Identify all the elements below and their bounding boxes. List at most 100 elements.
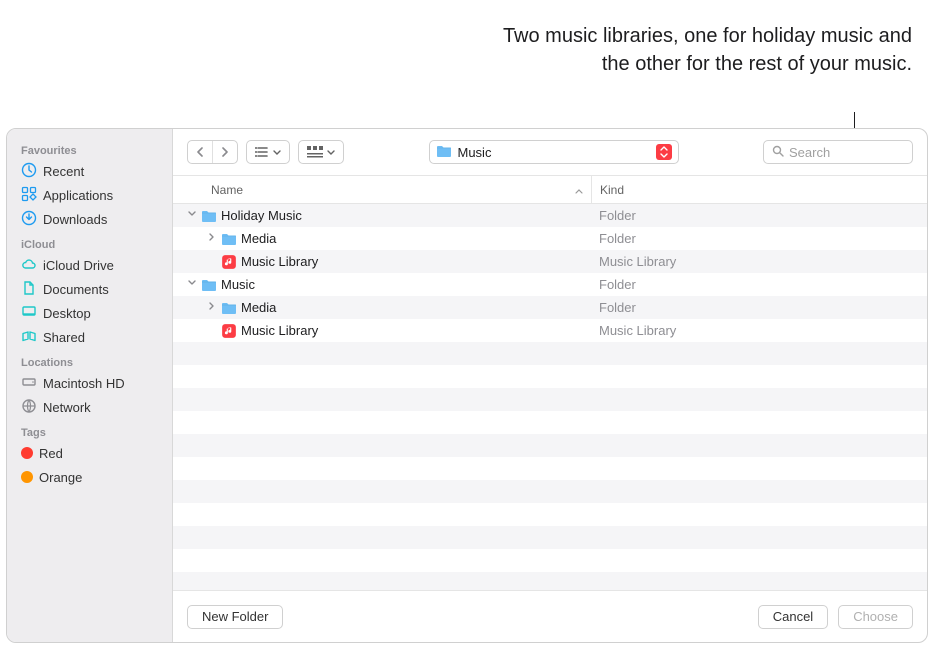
file-name: Media (241, 300, 276, 315)
file-row (173, 365, 927, 388)
file-row (173, 388, 927, 411)
nav-back-button[interactable] (188, 141, 212, 163)
sidebar-group-favourites: Favourites (7, 137, 172, 159)
file-row (173, 434, 927, 457)
download-icon (21, 210, 37, 229)
sidebar-item-downloads[interactable]: Downloads (7, 207, 172, 231)
column-header-kind[interactable]: Kind (591, 176, 927, 203)
music-library-icon (221, 323, 237, 339)
disclosure-triangle-icon[interactable] (207, 233, 217, 244)
path-updown-icon (656, 144, 672, 160)
file-row (173, 549, 927, 572)
file-row[interactable]: Music Library Music Library (173, 250, 927, 273)
search-input[interactable]: Search (763, 140, 913, 164)
folder-icon (221, 300, 237, 316)
file-row (173, 503, 927, 526)
view-group-button[interactable] (298, 140, 344, 164)
search-placeholder: Search (789, 145, 830, 160)
sidebar-item-network[interactable]: Network (7, 395, 172, 419)
search-icon (772, 145, 784, 160)
sidebar-item-shared[interactable]: Shared (7, 325, 172, 349)
disclosure-triangle-icon[interactable] (187, 279, 197, 290)
apps-icon (21, 186, 37, 205)
file-kind: Folder (591, 300, 927, 315)
dialog-footer: New Folder Cancel Choose (173, 590, 927, 642)
folder-icon (436, 144, 452, 161)
nav-forward-button[interactable] (213, 141, 237, 163)
sidebar: Favourites Recent Applications Downloads… (7, 129, 173, 642)
sidebar-item-icloud-drive[interactable]: iCloud Drive (7, 253, 172, 277)
hd-icon (21, 374, 37, 393)
sidebar-item-label: Red (39, 446, 63, 461)
tag-dot-icon (21, 447, 33, 459)
network-icon (21, 398, 37, 417)
file-kind: Folder (591, 231, 927, 246)
sidebar-item-label: Downloads (43, 212, 107, 227)
view-list-button[interactable] (246, 140, 290, 164)
doc-icon (21, 280, 37, 299)
sidebar-tag-red[interactable]: Red (7, 441, 172, 465)
file-row (173, 457, 927, 480)
file-name: Holiday Music (221, 208, 302, 223)
file-list: Holiday Music Folder Media Folder Music Libr… (173, 204, 927, 590)
clock-icon (21, 162, 37, 181)
music-library-icon (221, 254, 237, 270)
nav-back-forward (187, 140, 238, 164)
chevron-down-icon (273, 145, 281, 159)
sidebar-item-label: Macintosh HD (43, 376, 125, 391)
file-row (173, 526, 927, 549)
choose-button[interactable]: Choose (838, 605, 913, 629)
file-name: Music (221, 277, 255, 292)
sidebar-item-label: Documents (43, 282, 109, 297)
sidebar-item-recent[interactable]: Recent (7, 159, 172, 183)
file-name: Music Library (241, 254, 318, 269)
cloud-icon (21, 256, 37, 275)
cancel-button[interactable]: Cancel (758, 605, 828, 629)
toolbar: Music Search (173, 129, 927, 176)
chevron-down-icon (327, 145, 335, 159)
sidebar-item-label: Desktop (43, 306, 91, 321)
sidebar-tag-orange[interactable]: Orange (7, 465, 172, 489)
desktop-icon (21, 304, 37, 323)
folder-icon (221, 231, 237, 247)
sidebar-item-macintosh-hd[interactable]: Macintosh HD (7, 371, 172, 395)
file-row[interactable]: Media Folder (173, 296, 927, 319)
path-select[interactable]: Music (429, 140, 679, 164)
file-row (173, 411, 927, 434)
disclosure-triangle-icon[interactable] (207, 302, 217, 313)
file-kind: Music Library (591, 323, 927, 338)
sidebar-item-label: Applications (43, 188, 113, 203)
file-row[interactable]: Holiday Music Folder (173, 204, 927, 227)
sidebar-item-label: Shared (43, 330, 85, 345)
file-kind: Folder (591, 208, 927, 223)
file-kind: Folder (591, 277, 927, 292)
sidebar-group-locations: Locations (7, 349, 172, 371)
callout-text: Two music libraries, one for holiday mus… (482, 22, 912, 78)
file-row (173, 342, 927, 365)
sidebar-item-label: Orange (39, 470, 82, 485)
sidebar-item-applications[interactable]: Applications (7, 183, 172, 207)
column-headers: Name Kind (173, 176, 927, 204)
sidebar-item-label: Recent (43, 164, 84, 179)
sidebar-group-tags: Tags (7, 419, 172, 441)
main-panel: Music Search Name Kind Holiday Music Fold… (173, 129, 927, 642)
new-folder-button[interactable]: New Folder (187, 605, 283, 629)
shared-icon (21, 328, 37, 347)
sidebar-item-documents[interactable]: Documents (7, 277, 172, 301)
column-header-name[interactable]: Name (173, 183, 591, 197)
tag-dot-icon (21, 471, 33, 483)
folder-icon (201, 277, 217, 293)
finder-dialog: Favourites Recent Applications Downloads… (6, 128, 928, 643)
disclosure-triangle-icon[interactable] (187, 210, 197, 221)
file-row[interactable]: Music Library Music Library (173, 319, 927, 342)
file-row[interactable]: Music Folder (173, 273, 927, 296)
file-name: Music Library (241, 323, 318, 338)
folder-icon (201, 208, 217, 224)
file-name: Media (241, 231, 276, 246)
file-kind: Music Library (591, 254, 927, 269)
sidebar-group-icloud: iCloud (7, 231, 172, 253)
file-row[interactable]: Media Folder (173, 227, 927, 250)
sidebar-item-desktop[interactable]: Desktop (7, 301, 172, 325)
sort-ascending-icon (575, 183, 583, 197)
sidebar-item-label: iCloud Drive (43, 258, 114, 273)
